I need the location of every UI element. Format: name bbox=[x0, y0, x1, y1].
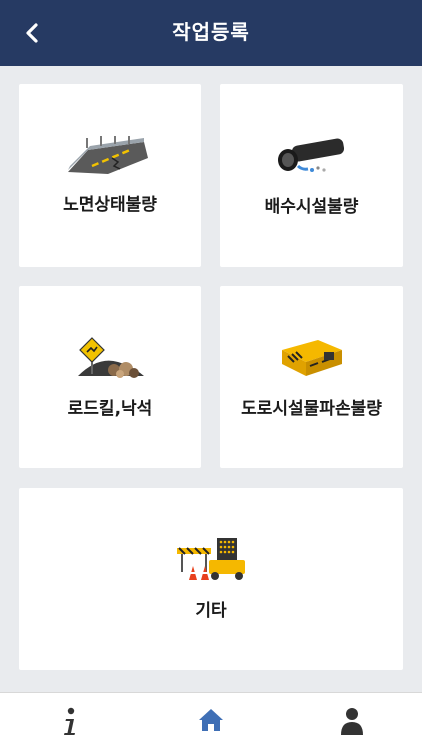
tab-profile[interactable] bbox=[282, 693, 422, 751]
category-label: 기타 bbox=[195, 601, 227, 621]
category-label: 로드킬,낙석 bbox=[67, 399, 153, 419]
tab-home[interactable] bbox=[141, 693, 281, 751]
app-header: 작업등록 bbox=[0, 0, 422, 66]
tab-info[interactable] bbox=[0, 693, 140, 751]
page-title: 작업등록 bbox=[172, 20, 250, 44]
category-drainage[interactable]: 배수시설불량 bbox=[220, 84, 403, 267]
info-icon bbox=[64, 707, 75, 735]
category-label: 노면상태불량 bbox=[63, 195, 157, 215]
construction-barrier-icon bbox=[177, 538, 245, 580]
category-label: 도로시설물파손불량 bbox=[241, 399, 382, 419]
road-surface-icon bbox=[68, 136, 148, 174]
category-roadkill-rockfall[interactable]: 로드킬,낙석 bbox=[19, 286, 201, 468]
home-icon bbox=[199, 709, 223, 731]
road-facility-icon bbox=[281, 340, 342, 376]
person-icon bbox=[341, 708, 363, 735]
category-others[interactable]: 기타 bbox=[19, 488, 403, 670]
bottom-tab-bar bbox=[0, 692, 422, 751]
category-road-facility[interactable]: 도로시설물파손불량 bbox=[220, 286, 403, 468]
roadkill-rockfall-icon bbox=[78, 337, 144, 378]
category-label: 배수시설불량 bbox=[264, 197, 359, 217]
category-road-surface[interactable]: 노면상태불량 bbox=[19, 84, 201, 267]
drain-pipe-icon bbox=[277, 138, 344, 172]
